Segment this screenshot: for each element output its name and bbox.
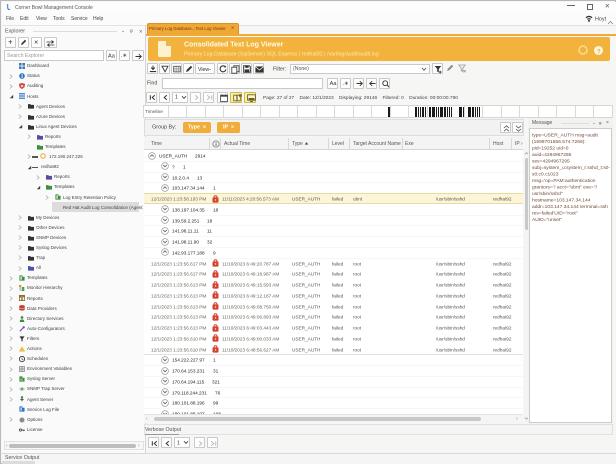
svg-text:S: S bbox=[20, 378, 23, 382]
